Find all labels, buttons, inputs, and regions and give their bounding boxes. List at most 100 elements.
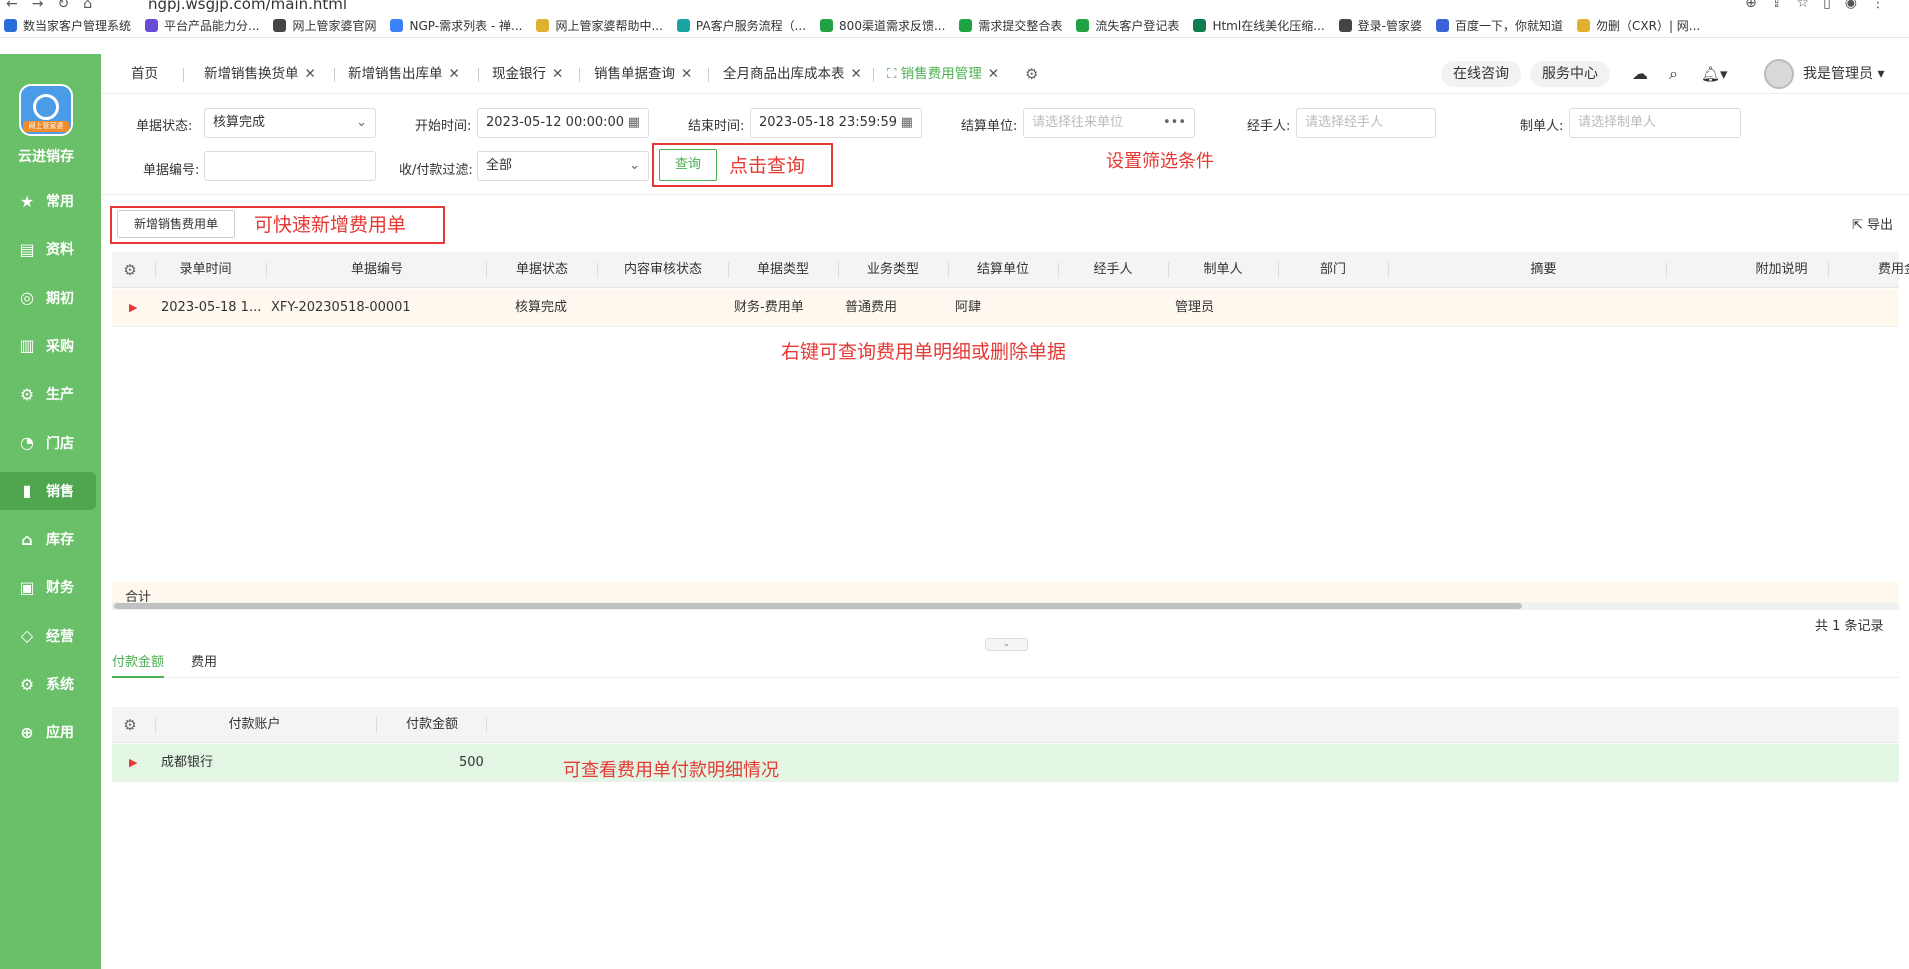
more-icon[interactable]: ••• (1163, 109, 1186, 137)
browser-nav-icons[interactable]: ←→↻⌂ (6, 0, 106, 12)
service-center-button[interactable]: 服务中心 (1530, 61, 1610, 87)
table-row[interactable]: ▶ 2023-05-18 1... XFY-20230518-00001 核算完成 财务… (112, 289, 1899, 327)
browser-action-icons[interactable]: ⊕⇪☆▯◉⋮ (1745, 0, 1899, 11)
column-header[interactable]: 制单人 (1168, 252, 1278, 288)
bookmark-item[interactable]: 800渠道需求反馈... (820, 17, 945, 34)
tab-sales-query[interactable]: 销售单据查询 ✕ (594, 54, 692, 94)
browser-toolbar: ←→↻⌂ ngpj.wsgjp.com/main.html ⊕⇪☆▯◉⋮ (0, 0, 1909, 14)
favicon-icon (1338, 19, 1352, 32)
column-header[interactable]: 内容审核状态 (598, 252, 728, 288)
bell-icon[interactable]: 🔔︎▾ (1701, 54, 1728, 94)
start-time-input[interactable]: 2023-05-12 00:00:00 ▦ (477, 108, 649, 138)
status-select[interactable]: 核算完成 ⌄ (204, 108, 376, 138)
menu-icon: ★ (19, 191, 35, 211)
query-button[interactable]: 查询 (659, 149, 717, 181)
tab-settings[interactable]: ⚙ (1025, 54, 1038, 94)
payfilter-select[interactable]: 全部 ⌄ (477, 151, 649, 181)
tab-sales-exchange[interactable]: 新增销售换货单 ✕ (204, 54, 316, 94)
tab-sales-expense[interactable]: ⛶ 销售费用管理 ✕ (887, 54, 999, 94)
maker-input[interactable]: 请选择制单人 (1569, 108, 1741, 138)
close-icon[interactable]: ✕ (449, 66, 460, 82)
gear-icon[interactable]: ⚙ (1025, 65, 1038, 83)
bookmark-item[interactable]: 数当家客户管理系统 (4, 17, 131, 34)
scroll-thumb[interactable] (114, 603, 1522, 609)
calendar-icon[interactable]: ▦ (628, 109, 640, 137)
sidebar-item[interactable]: ▤ 资料 (0, 230, 96, 268)
search-icon[interactable]: ⌕ (1669, 54, 1678, 94)
sidebar-item[interactable]: ◎ 期初 (0, 279, 96, 317)
column-header[interactable]: 业务类型 (838, 252, 948, 288)
sidebar-item[interactable]: ⊕ 应用 (0, 713, 96, 751)
handler-input[interactable]: 请选择经手人 (1296, 108, 1436, 138)
number-input[interactable] (204, 151, 376, 181)
close-icon[interactable]: ✕ (988, 66, 999, 82)
sidebar-item[interactable]: ◔ 门店 (0, 424, 96, 462)
bookmark-item[interactable]: 勿删（CXR）| 网... (1577, 17, 1700, 34)
bookmark-item[interactable]: Html在线美化压缩... (1193, 17, 1325, 34)
online-consult-button[interactable]: 在线咨询 (1441, 61, 1521, 87)
tab-expense[interactable]: 费用 (191, 648, 217, 678)
sidebar-item[interactable]: ▮ 销售 (0, 471, 96, 510)
calendar-icon[interactable]: ▦ (901, 109, 913, 137)
close-icon[interactable]: ✕ (851, 66, 862, 82)
maker-placeholder: 请选择制单人 (1578, 115, 1657, 130)
column-header[interactable]: 单据编号 (267, 252, 487, 288)
bookmark-item[interactable]: PA客户服务流程（... (676, 17, 806, 34)
unit-placeholder: 请选择往来单位 (1032, 115, 1124, 130)
column-header[interactable]: 费用金额 (1864, 252, 1909, 288)
close-icon[interactable]: ✕ (552, 66, 563, 82)
bookmark-item[interactable]: 网上管家婆帮助中... (536, 17, 663, 34)
gear-icon[interactable]: ⚙ (112, 252, 148, 288)
bookmark-item[interactable]: 百度一下，你就知道 (1435, 17, 1563, 34)
user-menu[interactable]: 我是管理员 ▾ (1803, 54, 1884, 94)
favicon-icon (1076, 19, 1090, 32)
sidebar-item[interactable]: ⚙ 生产 (0, 375, 96, 413)
sidebar-item[interactable]: ◇ 经营 (0, 617, 96, 655)
app-logo[interactable]: 网上管家婆 (19, 84, 73, 136)
column-header[interactable]: 摘要 (1388, 252, 1699, 288)
column-header[interactable]: 附加说明 (1699, 252, 1864, 288)
cell-number: XFY-20230518-00001 (271, 300, 411, 315)
close-icon[interactable]: ✕ (681, 66, 692, 82)
bookmark-item[interactable]: 流失客户登记表 (1076, 17, 1179, 34)
column-header[interactable]: 单据类型 (728, 252, 838, 288)
table-row[interactable]: ▶ 成都银行 500 可查看费用单付款明细情况 (112, 744, 1899, 782)
bookmark-item[interactable]: 平台产品能力分... (145, 17, 259, 34)
export-button[interactable]: ⇱ 导出 (1852, 214, 1893, 233)
tab-cash-bank[interactable]: 现金银行 ✕ (492, 54, 563, 94)
sidebar-item[interactable]: ▥ 采购 (0, 327, 96, 365)
avatar[interactable] (1764, 59, 1794, 89)
sidebar-item[interactable]: ⌂ 库存 (0, 520, 96, 558)
start-time-label: 开始时间: (415, 119, 472, 134)
cell-biz: 普通费用 (845, 300, 898, 315)
tab-sales-outbound[interactable]: 新增销售出库单 ✕ (348, 54, 460, 94)
column-header[interactable]: 录单时间 (156, 252, 255, 288)
row-indicator-icon: ▶ (129, 756, 138, 769)
tab-payment-amount[interactable]: 付款金额 (112, 648, 165, 678)
sidebar-item[interactable]: ▣ 财务 (0, 568, 96, 606)
gear-icon[interactable]: ⚙ (112, 707, 148, 743)
tab-cost-report[interactable]: 全月商品出库成本表 ✕ (723, 54, 862, 94)
sidebar-item[interactable]: ⚙ 系统 (0, 665, 96, 703)
tab-home[interactable]: 首页 (131, 54, 158, 94)
column-header[interactable]: 经手人 (1058, 252, 1168, 288)
end-time-input[interactable]: 2023-05-18 23:59:59 ▦ (750, 108, 922, 138)
column-header[interactable]: 部门 (1278, 252, 1388, 288)
number-label: 单据编号: (143, 163, 200, 178)
column-header[interactable]: 单据状态 (487, 252, 597, 288)
unit-select[interactable]: 请选择往来单位 ••• (1023, 108, 1195, 138)
new-expense-button[interactable]: 新增销售费用单 (117, 210, 235, 238)
bookmark-label: 网上管家婆帮助中... (555, 19, 663, 33)
address-bar[interactable]: ngpj.wsgjp.com/main.html (148, 0, 347, 13)
bookmark-item[interactable]: 登录-管家婆 (1338, 17, 1422, 34)
column-header[interactable]: 结算单位 (948, 252, 1058, 288)
bookmark-item[interactable]: NGP-需求列表 - 禅... (390, 17, 522, 34)
horizontal-scrollbar[interactable] (112, 602, 1899, 610)
close-icon[interactable]: ✕ (305, 66, 316, 82)
cloud-download-icon[interactable]: ☁ (1632, 54, 1648, 94)
bookmark-item[interactable]: 需求提交整合表 (959, 17, 1062, 34)
bookmark-label: NGP-需求列表 - 禅... (409, 19, 523, 33)
bookmark-item[interactable]: 网上管家婆官网 (273, 17, 376, 34)
sidebar-item[interactable]: ★ 常用 (0, 182, 96, 220)
menu-icon: ▣ (19, 577, 35, 597)
